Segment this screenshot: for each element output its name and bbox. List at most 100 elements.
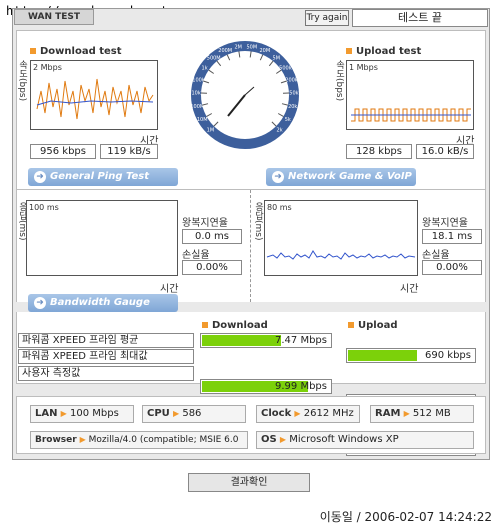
sys-ram: RAM ▶ 512 MB <box>370 405 474 423</box>
game-rtt-label: 왕복지연율 <box>422 218 468 229</box>
arrow-right-icon: ➜ <box>34 297 46 309</box>
sys-cpu-value: 586 <box>182 408 202 419</box>
arrow-icon: ▶ <box>294 409 301 418</box>
download-graph: 2 Mbps <box>30 60 158 130</box>
sys-ram-label: RAM <box>375 408 401 419</box>
arrow-right-icon: ➜ <box>272 171 284 183</box>
bullet-icon <box>346 48 352 54</box>
bw-upload-fill <box>348 350 417 361</box>
bw-upload-header: Upload <box>348 320 397 331</box>
bw-download-bar: 7.47 Mbps <box>200 333 332 348</box>
download-title-text: Download test <box>40 46 122 57</box>
arrow-icon: ▶ <box>279 435 287 444</box>
upload-kBs: 16.0 kB/s <box>416 144 474 159</box>
bw-upload-label: Upload <box>358 320 398 331</box>
download-unit: 속도(bps) <box>17 60 27 102</box>
sys-os-label: OS <box>261 434 277 445</box>
game-time-label: 시간 <box>400 284 419 295</box>
ping-time-label: 시간 <box>160 284 179 295</box>
bw-upload-value: 690 kbps <box>425 350 471 361</box>
gauge-tick-label: 20M <box>259 48 270 54</box>
bw-row-label: 파워콤 XPEED 프라임 평균 <box>18 333 194 348</box>
bw-download-header: Download <box>202 320 268 331</box>
bw-download-bar: 9.99 Mbps <box>200 379 332 394</box>
gauge-tick-label: 5k <box>285 117 291 123</box>
game-rtt-value: 18.1 ms <box>422 229 482 244</box>
footer-timestamp: 이동일 / 2006-02-07 14:24:22 <box>319 510 492 524</box>
arrow-icon: ▶ <box>60 409 67 418</box>
sys-lan-value: 100 Mbps <box>70 408 119 419</box>
gauge-tick-label: 200M <box>218 48 232 54</box>
tab-bandwidth-gauge[interactable]: ➜ Bandwidth Gauge <box>28 294 178 312</box>
upload-unit: 속도(bps) <box>334 60 344 102</box>
gauge-tick-label: 50k <box>289 91 298 97</box>
bw-row-label: 파워콤 XPEED 프라임 최대값 <box>18 349 194 364</box>
download-kbps: 956 kbps <box>30 144 96 159</box>
gauge-tick-label: 2M <box>234 45 242 51</box>
speed-gauge: 1M10M100M10k100k1k500M200M2M 50M20M5M500k… <box>190 41 299 149</box>
gauge-tick-label: 10k <box>191 91 200 97</box>
gauge-tick-label: 200k <box>285 77 298 83</box>
gauge-tick-label: 2k <box>277 128 283 134</box>
ping-graph: 100 ms <box>26 200 178 276</box>
bullet-icon <box>348 322 354 328</box>
bullet-icon <box>30 48 36 54</box>
game-graph: 80 ms <box>264 200 418 276</box>
gauge-tick-label: 100k <box>192 77 205 83</box>
tab-wan-test[interactable]: WAN TEST <box>14 9 94 25</box>
bw-download-label: Download <box>212 320 268 331</box>
bw-download-value: 7.47 Mbps <box>275 335 327 346</box>
gauge-tick-label: 50M <box>246 45 257 51</box>
download-title: Download test <box>30 46 122 57</box>
gauge-tick-label: 5M <box>273 55 281 61</box>
arrow-right-icon: ➜ <box>34 171 46 183</box>
game-latency-line <box>266 250 416 260</box>
sys-browser-label: Browser <box>35 435 77 445</box>
arrow-icon: ▶ <box>79 435 86 444</box>
upload-graph: 1 Mbps <box>346 60 474 130</box>
sys-clock-label: Clock <box>261 408 292 419</box>
ping-loss-label: 손실율 <box>182 250 210 261</box>
ping-loss-value: 0.00% <box>182 260 242 275</box>
gauge-tick-label: 20k <box>288 104 297 110</box>
gauge-tick-label: 10M <box>197 117 208 123</box>
gauge-tick-label: 500M <box>207 55 221 61</box>
game-loss-label: 손실율 <box>422 250 450 261</box>
status-box: 테스트 끝 <box>352 9 488 27</box>
sys-browser: Browser ▶ Mozilla/4.0 (compatible; MSIE … <box>30 431 248 449</box>
ping-rtt-label: 왕복지연율 <box>182 218 228 229</box>
tab-network-game[interactable]: ➜Network Game & VoIP Test <box>266 168 416 200</box>
download-kBs: 119 kB/s <box>100 144 158 159</box>
upload-kbps: 128 kbps <box>346 144 412 159</box>
bullet-icon <box>202 322 208 328</box>
bw-download-fill <box>202 335 281 346</box>
tab-general-ping-label: General Ping Test <box>50 171 150 182</box>
upload-title-text: Upload test <box>356 46 422 57</box>
upload-title: Upload test <box>346 46 421 57</box>
download-line <box>36 78 154 120</box>
sys-ram-value: 512 MB <box>412 408 451 419</box>
sys-cpu: CPU ▶ 586 <box>142 405 246 423</box>
sys-browser-value: Mozilla/4.0 (compatible; MSIE 6.0 <box>88 435 239 445</box>
gauge-tick-label: 1k <box>202 65 208 71</box>
sys-os: OS ▶ Microsoft Windows XP <box>256 431 474 449</box>
confirm-results-button[interactable]: 결과확인 <box>188 473 310 492</box>
arrow-icon: ▶ <box>172 409 180 418</box>
bw-upload-bar: 690 kbps <box>346 348 476 363</box>
sys-lan: LAN ▶ 100 Mbps <box>30 405 134 423</box>
gauge-tick-label: 100M <box>190 104 204 110</box>
tab-general-ping[interactable]: ➜ General Ping Test <box>28 168 178 186</box>
game-loss-value: 0.00% <box>422 260 482 275</box>
panel-divider <box>250 190 251 302</box>
sys-clock: Clock ▶ 2612 MHz <box>256 405 360 423</box>
sys-lan-label: LAN <box>35 408 58 419</box>
sys-clock-value: 2612 MHz <box>303 408 354 419</box>
ping-rtt-value: 0.0 ms <box>182 229 242 244</box>
try-again-button[interactable]: Try again <box>305 10 349 26</box>
arrow-icon: ▶ <box>403 409 410 418</box>
tab-bandwidth-label: Bandwidth Gauge <box>50 297 150 308</box>
gauge-tick-label: 1M <box>207 128 215 134</box>
sys-os-value: Microsoft Windows XP <box>289 434 399 445</box>
ping-scale: 100 ms <box>29 203 59 212</box>
bw-download-value: 9.99 Mbps <box>275 381 327 392</box>
